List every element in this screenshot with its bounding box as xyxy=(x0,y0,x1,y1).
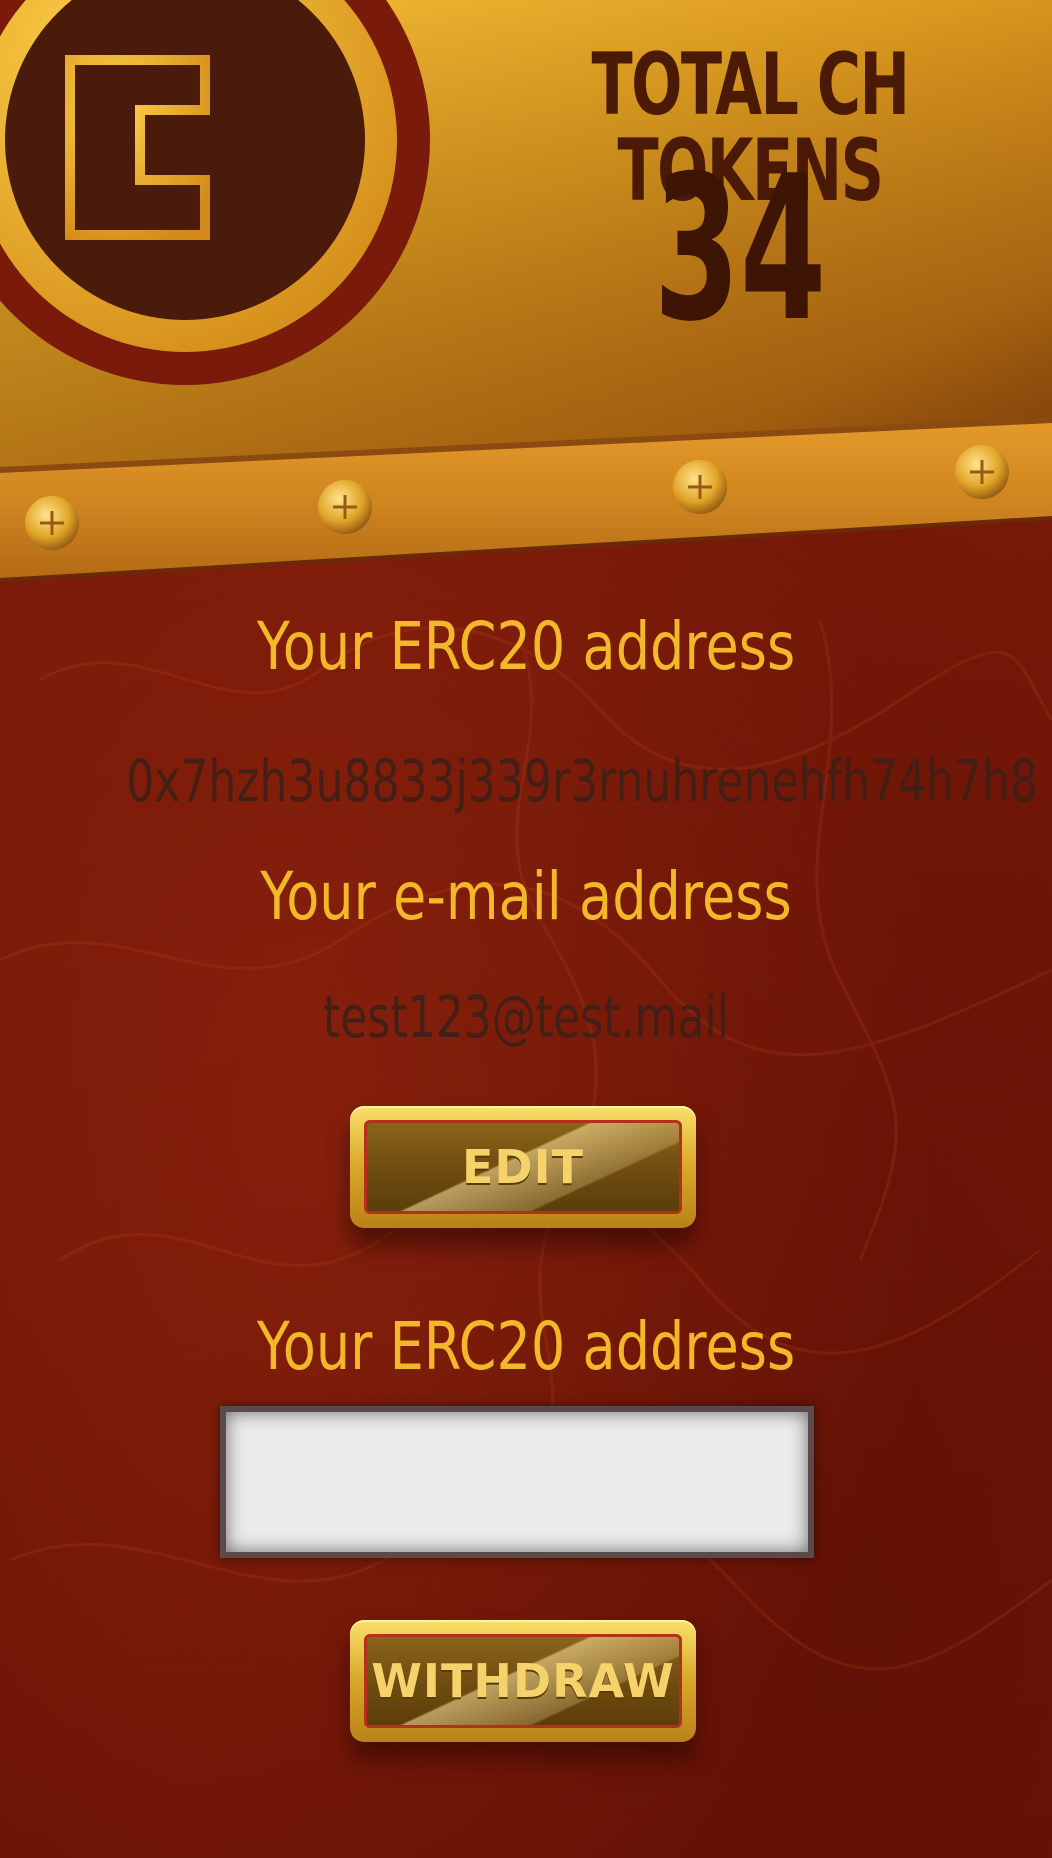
withdraw-button[interactable]: WITHDRAW xyxy=(350,1620,696,1742)
email-address-value: test123@test.mail xyxy=(323,983,729,1051)
header-panel: TOTAL CH TOKENS 34 xyxy=(0,0,1052,600)
erc20-address-label: Your ERC20 address xyxy=(256,608,796,685)
withdraw-erc20-label: Your ERC20 address xyxy=(256,1308,796,1385)
total-tokens-value: 34 xyxy=(653,133,827,366)
withdraw-erc20-input[interactable] xyxy=(226,1412,808,1552)
withdraw-button-face: WITHDRAW xyxy=(364,1634,682,1728)
withdraw-erc20-input-frame xyxy=(220,1406,814,1558)
erc20-address-value: 0x7hzh3u8833j339r3rnuhrenehfh74h7h8 xyxy=(126,747,1039,815)
edit-button[interactable]: EDIT xyxy=(350,1106,696,1228)
edit-button-face: EDIT xyxy=(364,1120,682,1214)
edit-button-label: EDIT xyxy=(461,1140,585,1194)
email-address-label: Your e-mail address xyxy=(260,858,792,935)
app-screen: TOTAL CH TOKENS 34 Your ERC20 address 0x… xyxy=(0,0,1052,1858)
withdraw-button-label: WITHDRAW xyxy=(371,1654,675,1708)
